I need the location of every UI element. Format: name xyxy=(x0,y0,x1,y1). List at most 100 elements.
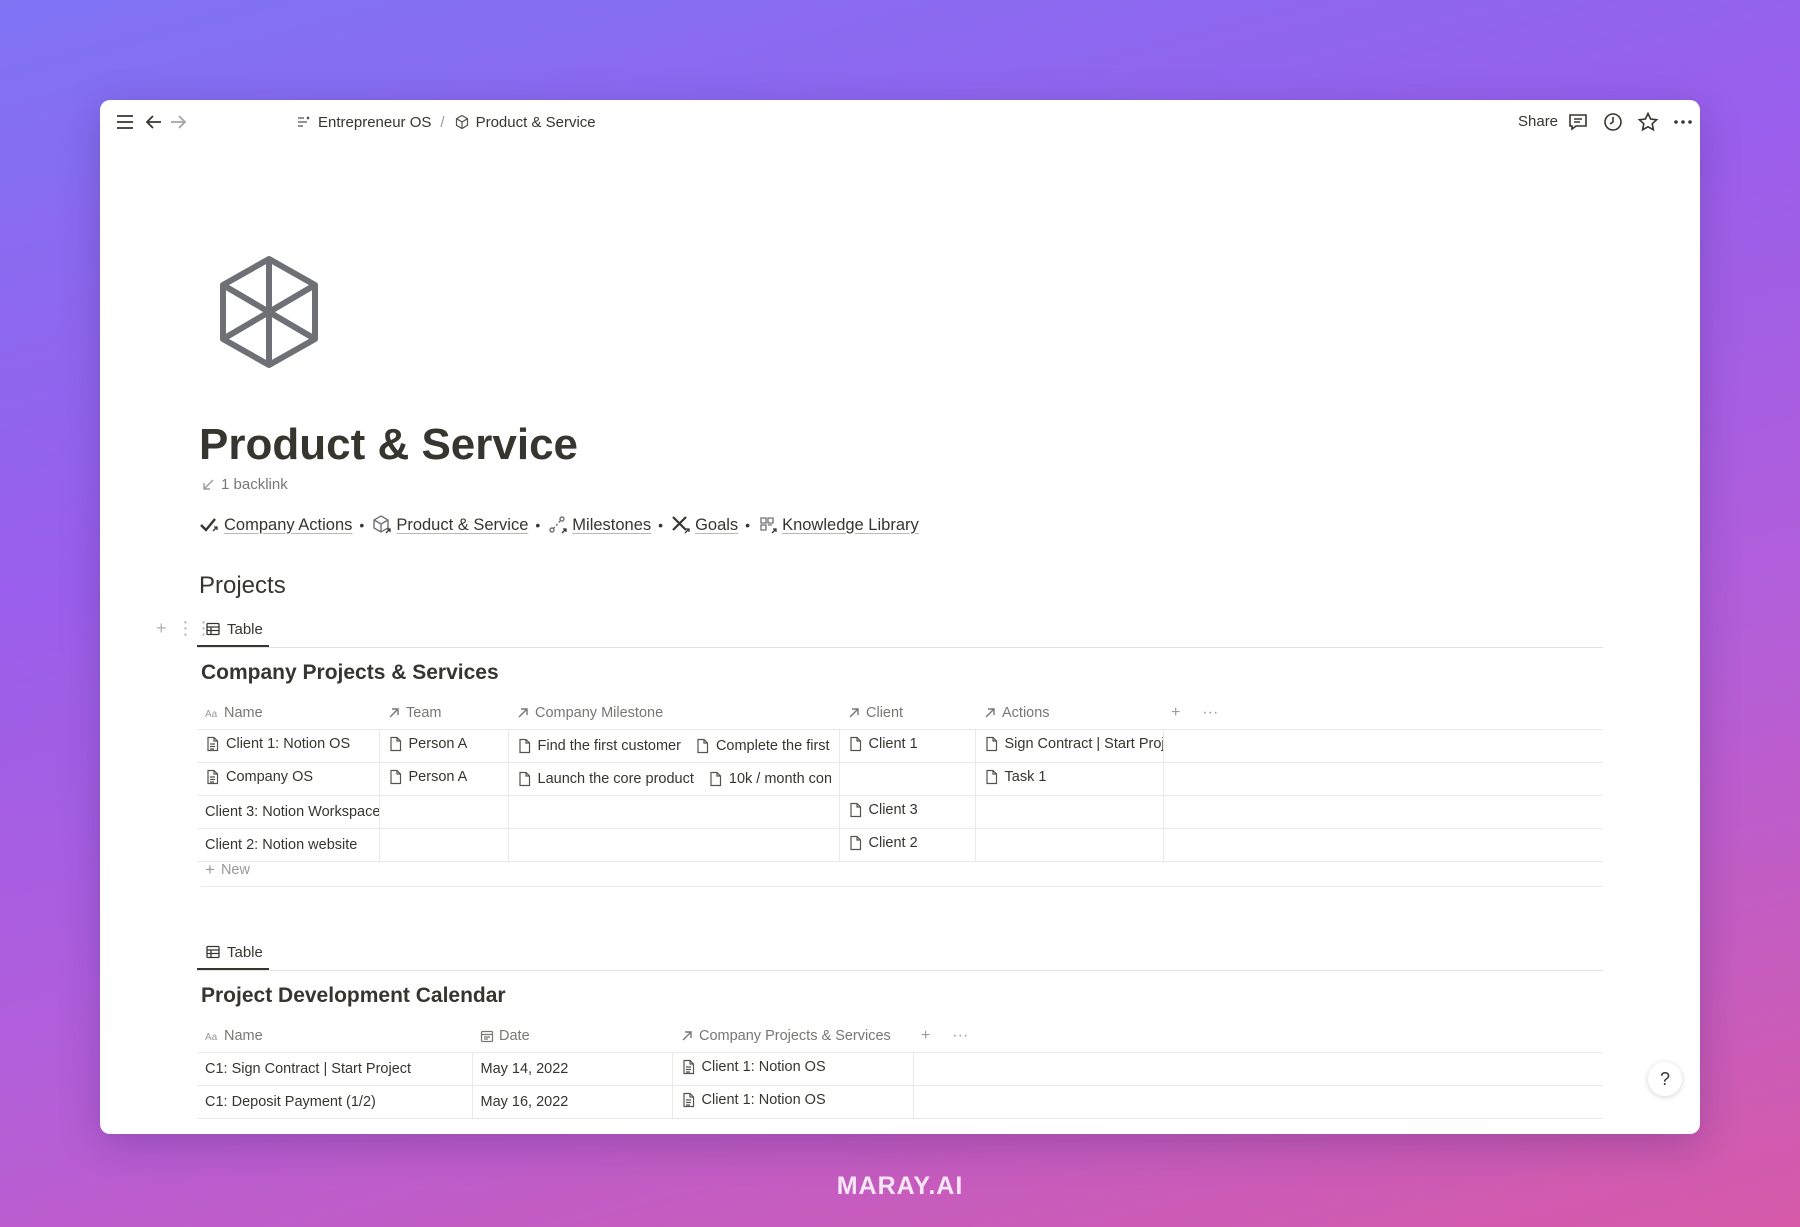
forward-arrow-icon[interactable] xyxy=(166,110,190,134)
cube-icon xyxy=(373,515,391,534)
link-company-actions[interactable]: Company Actions xyxy=(199,514,352,536)
menu-icon[interactable] xyxy=(113,110,137,134)
tab-label: Table xyxy=(227,943,263,961)
cell-milestone[interactable] xyxy=(508,795,840,829)
workspace-icon xyxy=(298,116,310,127)
svg-text:Aa: Aa xyxy=(205,1032,218,1043)
link-product-service[interactable]: Product & Service xyxy=(371,514,528,536)
page-title: Product & Service xyxy=(199,420,579,469)
cell-team[interactable]: Person A xyxy=(379,729,509,763)
table-icon xyxy=(206,945,220,959)
comment-icon[interactable] xyxy=(1566,110,1590,134)
projects-table: Aa Name Team Company Milestone Client Act… xyxy=(197,696,1603,862)
bullet-separator: • xyxy=(745,517,751,533)
document-icon xyxy=(697,738,709,754)
document-icon xyxy=(518,771,530,787)
column-header-client[interactable]: Client xyxy=(839,696,975,730)
breadcrumb-separator: / xyxy=(440,113,445,131)
calendar-icon xyxy=(480,1030,494,1042)
link-label: Knowledge Library xyxy=(782,515,919,534)
cell-project[interactable]: Client 1: Notion OS xyxy=(672,1052,914,1086)
cell-empty xyxy=(1163,795,1603,829)
backlink-arrow-icon xyxy=(203,479,214,490)
back-arrow-icon[interactable] xyxy=(142,110,166,134)
document-icon xyxy=(849,835,861,851)
cell-name[interactable]: C1: Deposit Payment (1/2) xyxy=(197,1085,473,1119)
tab-table-calendar[interactable]: Table xyxy=(197,936,269,970)
database-title: Company Projects & Services xyxy=(201,661,499,684)
milestone-icon xyxy=(549,516,567,534)
calendar-table: Aa Name Date Company Projects & Services … xyxy=(197,1019,1603,1119)
relation-icon xyxy=(389,707,399,717)
help-button[interactable]: ? xyxy=(1648,1062,1682,1096)
cell-team[interactable] xyxy=(379,795,509,829)
column-header-team[interactable]: Team xyxy=(379,696,508,730)
breadcrumb-entrepreneur-os[interactable]: Entrepreneur OS xyxy=(296,114,431,131)
divider xyxy=(197,647,1603,648)
breadcrumb-product-service[interactable]: Product & Service xyxy=(454,114,596,131)
cell-actions[interactable]: Task 1 xyxy=(975,762,1164,796)
cell-name[interactable]: Client 1: Notion OS xyxy=(197,729,380,763)
link-goals[interactable]: Goals xyxy=(670,514,738,536)
link-label: Goals xyxy=(695,515,739,534)
tab-table-projects[interactable]: Table xyxy=(197,613,269,647)
bullet-separator: • xyxy=(658,517,664,533)
text-property-icon: Aa xyxy=(205,1032,218,1043)
cell-date[interactable]: May 16, 2022 xyxy=(472,1085,673,1119)
cell-client[interactable] xyxy=(839,762,976,796)
more-icon[interactable] xyxy=(1671,110,1695,134)
cell-name[interactable]: Client 3: Notion Workspace xyxy=(197,795,380,829)
document-icon xyxy=(389,736,401,752)
column-controls: + ··· xyxy=(913,1019,1603,1053)
table-row[interactable]: Client 3: Notion Workspace Client 3 xyxy=(197,795,1603,829)
cell-milestone[interactable]: Launch the core product 10k / month con: xyxy=(508,762,840,796)
cell-date[interactable]: May 14, 2022 xyxy=(472,1052,673,1086)
breadcrumb-label: Product & Service xyxy=(475,113,596,131)
add-column-icon[interactable]: + xyxy=(1171,704,1180,722)
column-header-actions[interactable]: Actions xyxy=(975,696,1163,730)
more-options-icon[interactable]: ··· xyxy=(1202,704,1218,722)
bullet-separator: • xyxy=(359,517,365,533)
add-column-icon[interactable]: + xyxy=(921,1027,930,1045)
cell-client[interactable]: Client 3 xyxy=(839,795,976,829)
backlink-button[interactable]: 1 backlink xyxy=(202,476,288,493)
document-filled-icon xyxy=(682,1092,694,1108)
cell-project[interactable]: Client 1: Notion OS xyxy=(672,1085,914,1119)
cell-milestone[interactable]: Find the first customer Complete the firs… xyxy=(508,729,840,763)
document-icon xyxy=(849,736,861,752)
column-header-milestone[interactable]: Company Milestone xyxy=(508,696,839,730)
table-icon xyxy=(206,622,220,636)
cell-actions[interactable] xyxy=(975,795,1164,829)
link-label: Milestones xyxy=(572,515,652,534)
add-new-row-button[interactable]: + New xyxy=(201,853,1603,887)
table-row[interactable]: C1: Deposit Payment (1/2) May 16, 2022 C… xyxy=(197,1085,1603,1119)
document-filled-icon xyxy=(682,1059,694,1075)
table-row[interactable]: Client 1: Notion OS Person A Find the fi… xyxy=(197,729,1603,763)
add-block-icon[interactable]: + xyxy=(156,618,167,639)
star-icon[interactable] xyxy=(1636,110,1660,134)
column-header-name[interactable]: Aa Name xyxy=(197,1019,472,1053)
clock-icon[interactable] xyxy=(1601,110,1625,134)
cell-name[interactable]: Company OS xyxy=(197,762,380,796)
cell-client[interactable]: Client 1 xyxy=(839,729,976,763)
document-icon xyxy=(985,769,997,785)
page-cube-icon[interactable] xyxy=(217,255,321,369)
document-icon xyxy=(985,736,997,752)
column-header-name[interactable]: Aa Name xyxy=(197,696,379,730)
relation-icon xyxy=(849,707,859,717)
cell-name[interactable]: C1: Sign Contract | Start Project xyxy=(197,1052,473,1086)
link-knowledge-library[interactable]: Knowledge Library xyxy=(757,514,919,536)
column-header-projects[interactable]: Company Projects & Services xyxy=(672,1019,913,1053)
column-header-date[interactable]: Date xyxy=(472,1019,672,1053)
share-button[interactable]: Share xyxy=(1518,113,1558,130)
cell-actions[interactable]: Sign Contract | Start Proj xyxy=(975,729,1164,763)
cell-team[interactable]: Person A xyxy=(379,762,509,796)
cell-empty xyxy=(1163,729,1603,763)
table-row[interactable]: C1: Sign Contract | Start Project May 14… xyxy=(197,1052,1603,1086)
table-row[interactable]: Company OS Person A Launch the core prod… xyxy=(197,762,1603,796)
library-icon xyxy=(760,517,777,534)
link-milestones[interactable]: Milestones xyxy=(547,514,651,536)
bullet-separator: • xyxy=(535,517,541,533)
divider xyxy=(197,970,1603,971)
more-options-icon[interactable]: ··· xyxy=(952,1027,968,1045)
